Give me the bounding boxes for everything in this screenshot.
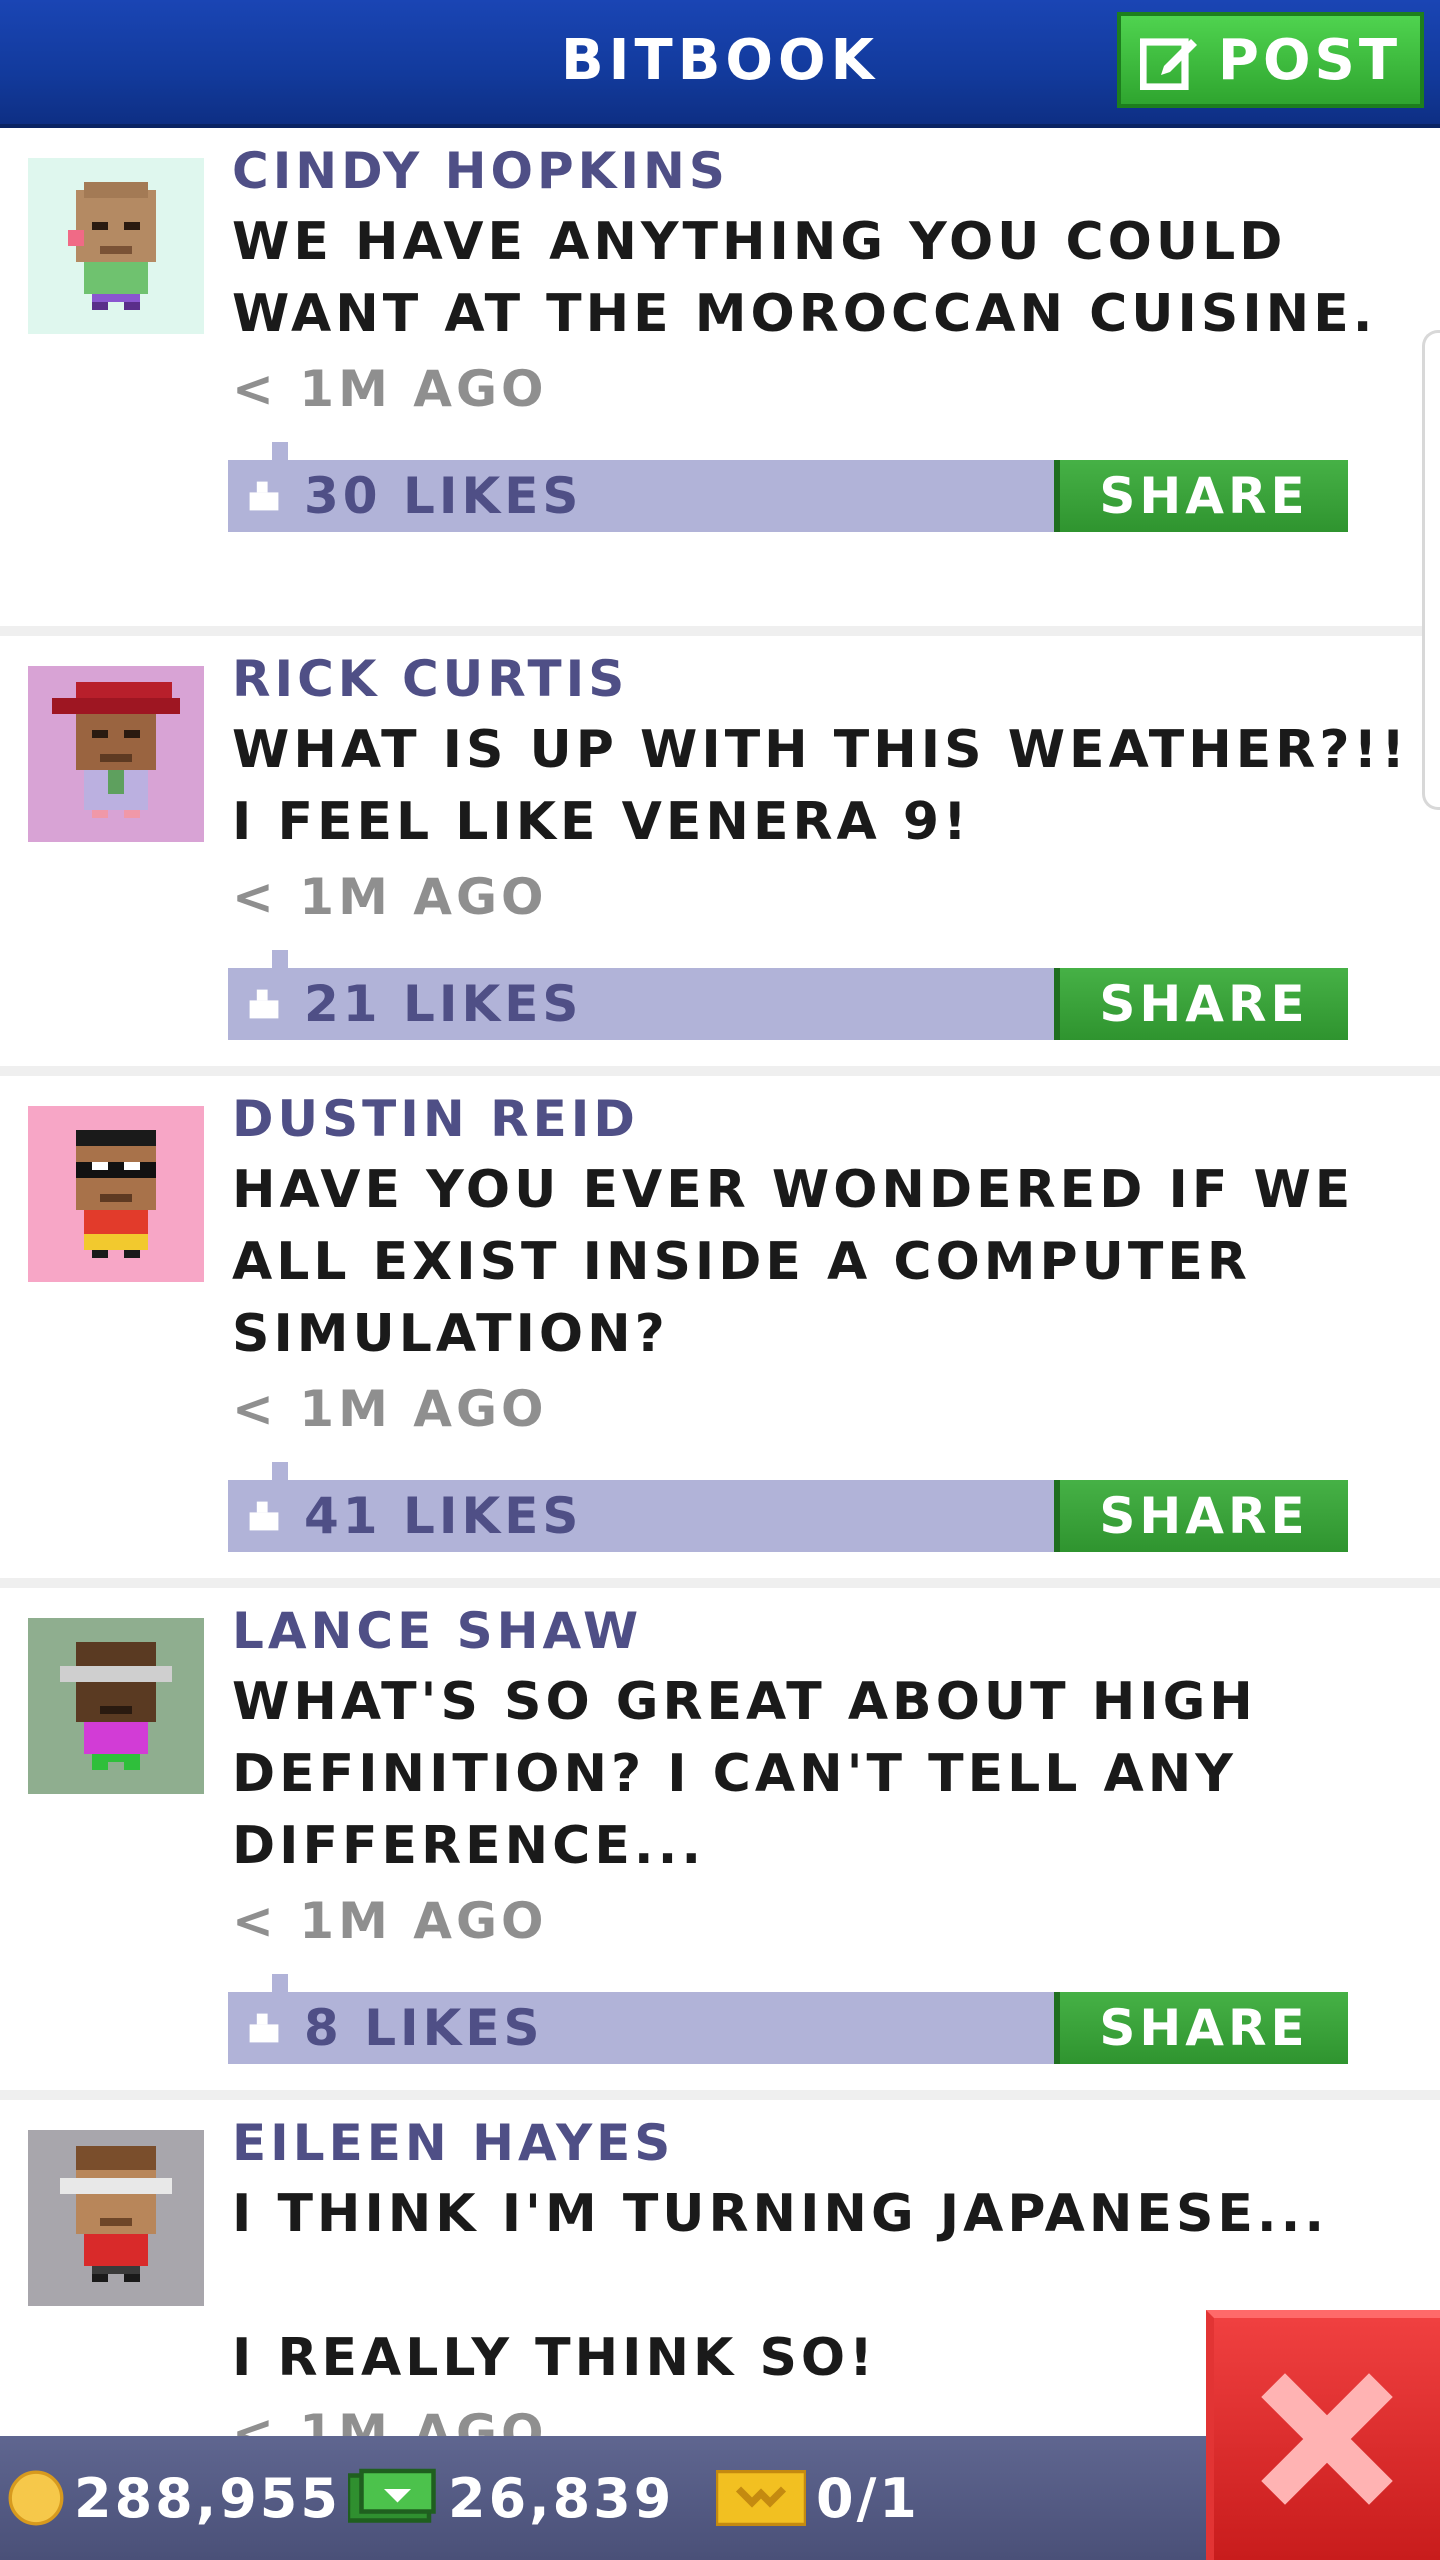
likes-count: 30 LIKES (304, 467, 583, 525)
edit-icon (1139, 38, 1197, 90)
app-header: BITBOOK POST (0, 0, 1440, 128)
likes-count: 21 LIKES (304, 975, 583, 1033)
post-author[interactable]: EILEEN HAYES (232, 2114, 674, 2172)
avatar (28, 666, 204, 842)
like-bar[interactable]: 21 LIKES SHARE (228, 950, 1348, 1040)
post-time: < 1M AGO (232, 868, 548, 926)
thumbs-up-icon (249, 1501, 279, 1531)
post-button[interactable]: POST (1117, 12, 1424, 108)
bux-value: 26,839 (448, 2466, 675, 2530)
post-author[interactable]: CINDY HOPKINS (232, 142, 729, 200)
like-bar[interactable]: 30 LIKES SHARE (228, 442, 1348, 532)
post-time: < 1M AGO (232, 360, 548, 418)
post-button-label: POST (1217, 27, 1402, 93)
post-author[interactable]: DUSTIN REID (232, 1090, 639, 1148)
share-button[interactable]: SHARE (1054, 460, 1348, 532)
feed-list[interactable]: CINDY HOPKINS WE HAVE ANYTHING YOU COULD… (0, 128, 1440, 2560)
scroll-indicator[interactable] (1422, 330, 1440, 810)
post-author[interactable]: LANCE SHAW (232, 1602, 642, 1660)
coins-stat: 288,955 (8, 2436, 341, 2560)
close-icon (1261, 2373, 1393, 2505)
likes-count: 8 LIKES (304, 1999, 544, 2057)
tickets-value: 0/1 (816, 2466, 920, 2530)
post-author[interactable]: RICK CURTIS (232, 650, 628, 708)
feed-post: CINDY HOPKINS WE HAVE ANYTHING YOU COULD… (0, 128, 1440, 636)
post-message: HAVE YOU EVER WONDERED IF WE ALL EXIST I… (232, 1160, 1377, 1364)
avatar (28, 1618, 204, 1794)
post-message: WE HAVE ANYTHING YOU COULD WANT AT THE M… (232, 212, 1377, 344)
thumbs-up-icon (249, 481, 279, 511)
post-message: WHAT'S SO GREAT ABOUT HIGH DEFINITION? I… (232, 1672, 1279, 1876)
share-button[interactable]: SHARE (1054, 968, 1348, 1040)
feed-post: LANCE SHAW WHAT'S SO GREAT ABOUT HIGH DE… (0, 1588, 1440, 2100)
thumbs-up-icon (249, 989, 279, 1019)
avatar (28, 158, 204, 334)
close-button[interactable] (1206, 2310, 1440, 2560)
likes-count: 41 LIKES (304, 1487, 583, 1545)
post-message: WHAT IS UP WITH THIS WEATHER?!! I FEEL L… (232, 720, 1432, 852)
tickets-stat: 0/1 (716, 2436, 920, 2560)
share-button[interactable]: SHARE (1054, 1992, 1348, 2064)
thumbs-up-icon (249, 2013, 279, 2043)
bux-icon (348, 2468, 436, 2523)
post-time: < 1M AGO (232, 1892, 548, 1950)
feed-post: RICK CURTIS WHAT IS UP WITH THIS WEATHER… (0, 636, 1440, 1076)
ticket-icon (716, 2470, 806, 2526)
like-bar[interactable]: 41 LIKES SHARE (228, 1462, 1348, 1552)
post-time: < 1M AGO (232, 1380, 548, 1438)
feed-post: DUSTIN REID HAVE YOU EVER WONDERED IF WE… (0, 1076, 1440, 1588)
bux-stat: 26,839 (348, 2436, 674, 2560)
coins-value: 288,955 (74, 2466, 341, 2530)
avatar (28, 2130, 204, 2306)
like-bar[interactable]: 8 LIKES SHARE (228, 1974, 1348, 2064)
avatar (28, 1106, 204, 1282)
share-button[interactable]: SHARE (1054, 1480, 1348, 1552)
coin-icon (8, 2470, 64, 2526)
